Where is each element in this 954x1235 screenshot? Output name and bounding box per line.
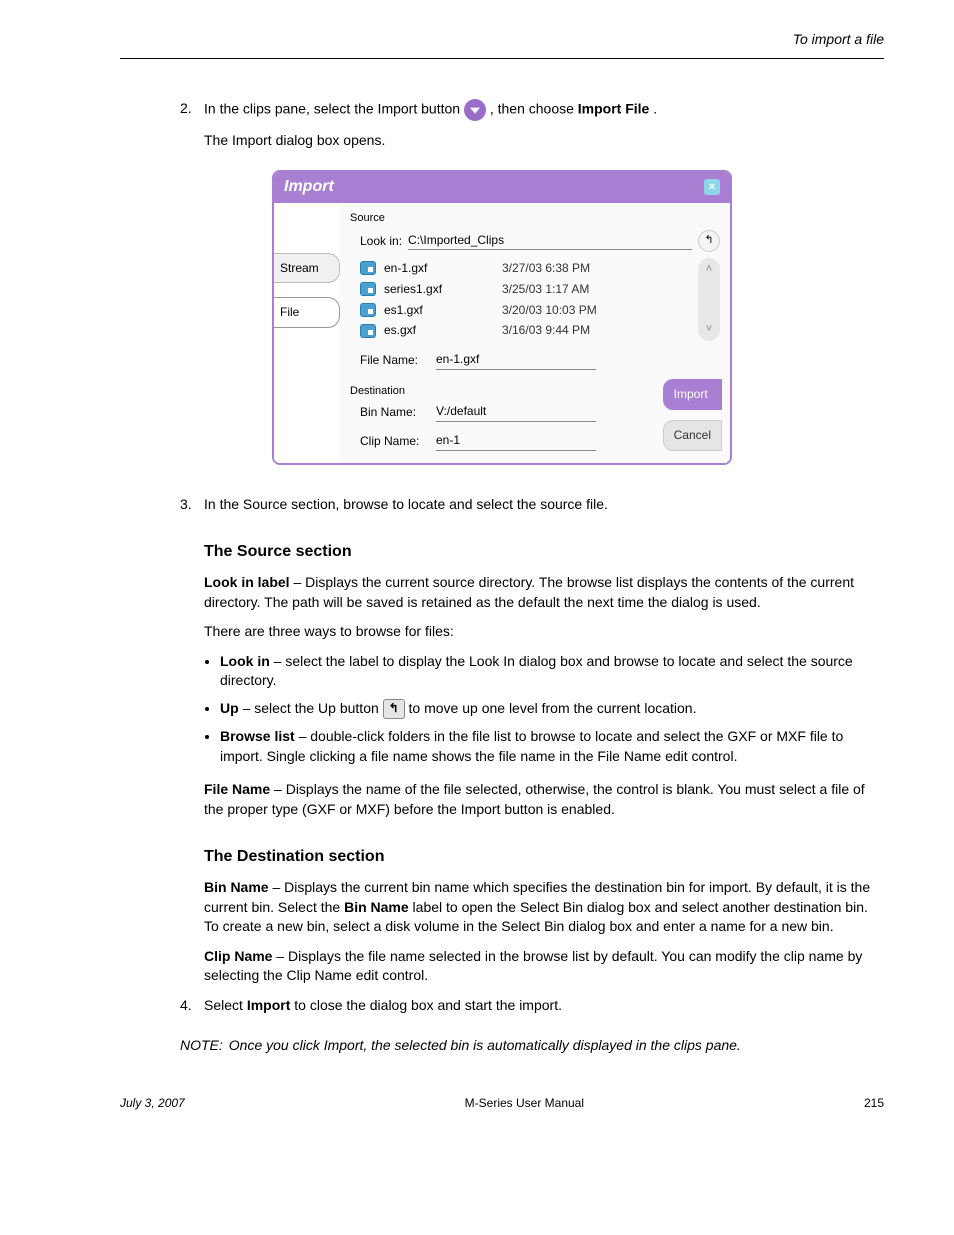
step-3: 3. In the Source section, browse to loca…	[180, 495, 884, 515]
dialog-title-text: Import	[284, 176, 334, 198]
tab-file[interactable]: File	[274, 297, 340, 328]
bullet-bold: Look in	[220, 653, 270, 669]
binname-field[interactable]: V:/default	[436, 403, 596, 422]
source-lookin-para: Look in label – Displays the current sou…	[204, 573, 884, 612]
binname-label[interactable]: Bin Name:	[360, 404, 430, 421]
filename-label: File Name:	[360, 352, 430, 369]
import-button[interactable]: Import	[663, 379, 722, 410]
up-arrow-icon: ↰	[704, 233, 713, 248]
dialog-titlebar: Import ×	[274, 172, 730, 202]
ways-intro: There are three ways to browse for files…	[204, 622, 884, 642]
cancel-button[interactable]: Cancel	[663, 420, 722, 451]
step-2: 2. In the clips pane, select the Import …	[180, 99, 884, 121]
filename-bold: File Name	[204, 781, 270, 797]
file-row[interactable]: en-1.gxf 3/27/03 6:38 PM	[360, 258, 692, 279]
page-footer: July 3, 2007 M-Series User Manual 215	[120, 1095, 884, 1112]
binname-bold2: Bin Name	[344, 899, 409, 915]
lookin-text: – Displays the current source directory.…	[204, 574, 854, 610]
file-date: 3/16/03 9:44 PM	[502, 322, 590, 339]
step2-note: The Import dialog box opens.	[204, 131, 884, 151]
import-dropdown-icon	[464, 99, 486, 121]
file-date: 3/20/03 10:03 PM	[502, 302, 597, 319]
file-icon	[360, 282, 376, 296]
file-icon	[360, 261, 376, 275]
lookin-bold: Look in label	[204, 574, 290, 590]
tab-stream[interactable]: Stream	[274, 253, 340, 284]
list-item: Up – select the Up button to move up one…	[220, 699, 884, 719]
step-4: 4. Select Import to close the dialog box…	[180, 996, 884, 1016]
binname-para: Bin Name – Displays the current bin name…	[204, 878, 884, 937]
step2-bold: Import File	[578, 100, 650, 116]
destination-subhead: The Destination section	[204, 846, 884, 868]
file-name: es.gxf	[384, 322, 494, 339]
file-row[interactable]: es.gxf 3/16/03 9:44 PM	[360, 320, 692, 341]
list-item: Look in – select the label to display th…	[220, 652, 884, 691]
footer-title: M-Series User Manual	[465, 1095, 584, 1112]
header-rule	[120, 58, 884, 59]
step-text: In the clips pane, select the Import but…	[204, 99, 884, 121]
filename-text: – Displays the name of the file selected…	[204, 781, 865, 817]
chevron-down-icon[interactable]: ˅	[706, 322, 712, 337]
import-dialog: Import × Stream File Source Look in: C:\…	[272, 170, 732, 465]
step4-bold: Import	[247, 997, 291, 1013]
file-name: series1.gxf	[384, 281, 494, 298]
binname-bold: Bin Name	[204, 879, 269, 895]
file-icon	[360, 324, 376, 338]
bullet-bold: Browse list	[220, 728, 295, 744]
clipname-field[interactable]: en-1	[436, 432, 596, 451]
step2-text-b: , then choose	[490, 100, 578, 116]
file-name: es1.gxf	[384, 302, 494, 319]
ways-list: Look in – select the label to display th…	[220, 652, 884, 767]
note-label: NOTE:	[180, 1036, 223, 1056]
bullet-mid: – select the Up button	[243, 700, 383, 716]
source-subhead: The Source section	[204, 541, 884, 563]
clipname-para: Clip Name – Displays the file name selec…	[204, 947, 884, 986]
dialog-buttons: Import Cancel	[663, 379, 722, 451]
file-date: 3/25/03 1:17 AM	[502, 281, 589, 298]
source-heading: Source	[350, 211, 720, 226]
clipname-bold: Clip Name	[204, 948, 272, 964]
file-date: 3/27/03 6:38 PM	[502, 260, 590, 277]
file-area: en-1.gxf 3/27/03 6:38 PM series1.gxf 3/2…	[350, 258, 720, 341]
lookin-path[interactable]: C:\Imported_Clips	[408, 232, 692, 251]
step-number: 2.	[180, 99, 204, 121]
step-number: 3.	[180, 495, 204, 515]
bullet-text: – double-click folders in the file list …	[220, 728, 843, 764]
list-item: Browse list – double-click folders in th…	[220, 727, 884, 766]
step-text: In the Source section, browse to locate …	[204, 495, 884, 515]
up-button[interactable]: ↰	[698, 230, 720, 252]
dialog-body: Stream File Source Look in: C:\Imported_…	[274, 203, 730, 463]
lookin-label[interactable]: Look in:	[360, 233, 402, 250]
note-text: Once you click Import, the selected bin …	[229, 1036, 741, 1056]
clipname-label: Clip Name:	[360, 433, 430, 450]
file-row[interactable]: series1.gxf 3/25/03 1:17 AM	[360, 279, 692, 300]
tabs-column: Stream File	[274, 203, 340, 463]
lookin-row: Look in: C:\Imported_Clips ↰	[350, 230, 720, 252]
clipname-text: – Displays the file name selected in the…	[204, 948, 862, 984]
step-number: 4.	[180, 996, 204, 1016]
step2-text-a: In the clips pane, select the Import but…	[204, 100, 464, 116]
scrollbar[interactable]: ˄ ˅	[698, 258, 720, 341]
footer-date: July 3, 2007	[120, 1095, 185, 1112]
file-row[interactable]: es1.gxf 3/20/03 10:03 PM	[360, 300, 692, 321]
chevron-up-icon[interactable]: ˄	[706, 262, 712, 277]
page-header-section: To import a file	[120, 30, 884, 50]
step4-text-b: to close the dialog box and start the im…	[294, 997, 562, 1013]
filename-row: File Name: en-1.gxf	[350, 351, 720, 370]
footer-page: 215	[864, 1095, 884, 1112]
step-text: Select Import to close the dialog box an…	[204, 996, 884, 1016]
step4-text-a: Select	[204, 997, 247, 1013]
close-icon[interactable]: ×	[704, 179, 720, 195]
note: NOTE: Once you click Import, the selecte…	[180, 1036, 884, 1056]
file-icon	[360, 303, 376, 317]
filename-field[interactable]: en-1.gxf	[436, 351, 596, 370]
filename-para: File Name – Displays the name of the fil…	[204, 780, 884, 819]
bullet-text: – select the label to display the Look I…	[220, 653, 853, 689]
bullet-text: to move up one level from the current lo…	[409, 700, 697, 716]
step2-text-c: .	[653, 100, 657, 116]
file-list: en-1.gxf 3/27/03 6:38 PM series1.gxf 3/2…	[360, 258, 692, 341]
bullet-bold: Up	[220, 700, 239, 716]
up-arrow-icon	[383, 699, 405, 719]
file-name: en-1.gxf	[384, 260, 494, 277]
